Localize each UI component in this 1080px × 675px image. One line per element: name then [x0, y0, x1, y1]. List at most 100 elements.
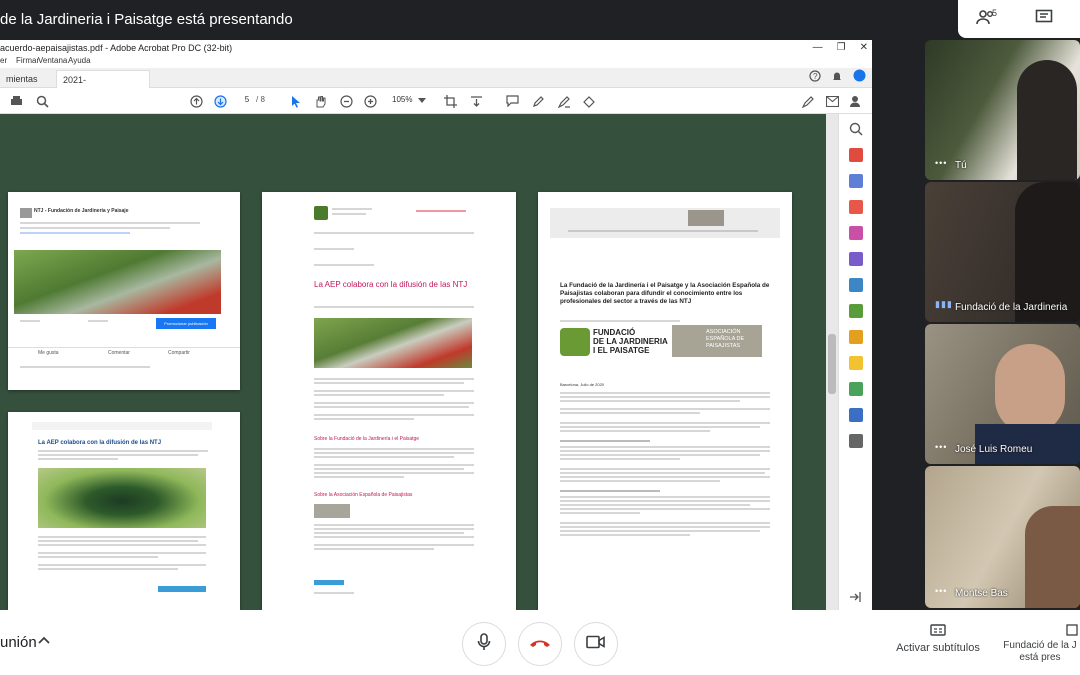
zoom-tool-icon[interactable]: [849, 122, 863, 136]
add-user-icon[interactable]: [848, 93, 864, 109]
people-button[interactable]: 5: [966, 0, 1006, 38]
meeting-details-label[interactable]: unión: [0, 634, 37, 651]
print-icon[interactable]: [8, 93, 24, 109]
tab-document[interactable]: 2021-seguimiento-... ×: [56, 70, 150, 103]
presenting-banner: de la Jardineria i Paisatge está present…: [0, 11, 293, 28]
window-title: acuerdo-aepaisajistas.pdf - Adobe Acroba…: [0, 43, 233, 53]
stamp-icon[interactable]: [580, 93, 596, 109]
pdf-date: Barcelona, Julio de 2020: [560, 382, 605, 387]
maximize-icon[interactable]: ❐: [837, 40, 846, 56]
scroll-mode-icon[interactable]: [468, 93, 484, 109]
comment-tool-icon[interactable]: [849, 356, 863, 370]
menu-item-ayuda[interactable]: Ayuda: [68, 56, 91, 65]
scan-icon[interactable]: [849, 382, 863, 396]
fill-sign-icon[interactable]: [800, 93, 816, 109]
menu-item-ventana[interactable]: Ventana: [38, 56, 67, 65]
collapse-pane-icon[interactable]: [849, 590, 863, 604]
comment-icon[interactable]: [504, 93, 520, 109]
presenter-label-line1: Fundació de la J: [1003, 640, 1077, 651]
zoom-in-icon[interactable]: [362, 93, 378, 109]
scrollbar-thumb[interactable]: [828, 334, 836, 394]
captions-button[interactable]: Activar subtítulos: [893, 624, 983, 654]
page-number-input[interactable]: 5: [240, 95, 254, 107]
web-section2: Sobre la Asociación Española de Paisajis…: [314, 492, 413, 498]
participant-name: José Luis Romeu: [955, 444, 1033, 455]
more-options-icon[interactable]: •••: [935, 158, 947, 168]
meet-top-bar: de la Jardineria i Paisatge está present…: [0, 0, 1080, 40]
svg-text:?: ?: [813, 72, 818, 81]
participant-silhouette: [1017, 60, 1077, 180]
captions-icon: [893, 624, 983, 642]
page-facebook-post: NTJ - Fundación de Jardinería y Paisaje …: [8, 192, 240, 390]
page-up-icon[interactable]: [188, 93, 204, 109]
menu-item-edit[interactable]: er: [0, 56, 7, 65]
mail-icon[interactable]: [824, 93, 840, 109]
zoom-dropdown-icon[interactable]: [414, 93, 430, 109]
fb-promote-button: Promocionar publicación: [156, 318, 216, 329]
participant-tile-you[interactable]: ••• Tú: [925, 40, 1080, 180]
acrobat-window: acuerdo-aepaisajistas.pdf - Adobe Acroba…: [0, 40, 872, 610]
chevron-up-icon[interactable]: [38, 633, 50, 654]
tab-tools[interactable]: mientas: [0, 70, 44, 88]
fjp-logo-text: FUNDACIÓ DE LA JARDINERIA I EL PAISATGE: [593, 328, 668, 355]
page-down-icon[interactable]: [212, 93, 228, 109]
hand-tool-icon[interactable]: [312, 93, 328, 109]
edit-pdf-icon[interactable]: [849, 200, 863, 214]
more-options-icon[interactable]: •••: [935, 442, 947, 452]
more-tools-icon[interactable]: [849, 434, 863, 448]
crop-icon[interactable]: [442, 93, 458, 109]
fb-share: Compartir: [168, 350, 190, 356]
combine-files-icon[interactable]: [849, 226, 863, 240]
create-pdf-icon[interactable]: [849, 148, 863, 162]
more-options-icon[interactable]: •••: [935, 586, 947, 596]
close-icon[interactable]: ✕: [860, 40, 868, 56]
bell-icon[interactable]: [831, 69, 843, 87]
highlight-pen-icon[interactable]: [530, 93, 546, 109]
news-green-roof-image: [38, 468, 206, 528]
participant-tile-fundacio[interactable]: ▮▮▮ Fundació de la Jardineria: [925, 182, 1080, 322]
fill-and-sign-icon[interactable]: [849, 252, 863, 266]
fb-page-name: NTJ - Fundación de Jardinería y Paisaje: [34, 208, 129, 214]
chat-button[interactable]: [1024, 0, 1064, 38]
aep-web-header: [550, 208, 780, 238]
camera-button[interactable]: [574, 622, 618, 666]
sign-icon[interactable]: [556, 93, 572, 109]
organize-pages-icon[interactable]: [849, 278, 863, 292]
web-garden-image: [314, 318, 472, 368]
zoom-level-select[interactable]: 105%: [392, 95, 412, 104]
page-pdf-agreement: La Fundació de la Jardinería i el Paisat…: [538, 192, 792, 610]
acrobat-tabs: mientas 2021-seguimiento-... × ?: [0, 68, 872, 103]
pdf-heading: La Fundació de la Jardinería i el Paisat…: [560, 282, 770, 305]
presenting-button[interactable]: Fundació de la J está pres: [1000, 624, 1080, 664]
export-pdf-icon[interactable]: [849, 174, 863, 188]
shield-icon[interactable]: [849, 408, 863, 422]
participant-name: Fundació de la Jardineria: [955, 302, 1068, 313]
participant-tile-montse[interactable]: ••• Montse Bas: [925, 466, 1080, 608]
protect-icon[interactable]: [849, 330, 863, 344]
participant-tile-jose-luis[interactable]: ••• José Luis Romeu: [925, 324, 1080, 464]
zoom-out-icon[interactable]: [338, 93, 354, 109]
redact-icon[interactable]: [849, 304, 863, 318]
menu-item-firmar[interactable]: Firmar: [16, 56, 39, 65]
fb-page-avatar: [20, 208, 32, 218]
microphone-button[interactable]: [462, 622, 506, 666]
minimize-icon[interactable]: —: [813, 40, 823, 56]
news-title: La AEP colabora con la difusión de las N…: [38, 440, 162, 446]
select-cursor-icon[interactable]: [288, 93, 304, 109]
presenter-label-line2: está pres: [1019, 652, 1061, 663]
screen: de la Jardineria i Paisatge está present…: [0, 0, 1080, 675]
account-icon[interactable]: [853, 69, 866, 87]
leave-call-button[interactable]: [518, 622, 562, 666]
meet-top-actions: 5: [958, 0, 1080, 38]
microphone-icon: [477, 632, 491, 656]
participant-face: [995, 344, 1065, 434]
tools-pane: [838, 114, 872, 610]
participant-silhouette: [1025, 506, 1080, 608]
zoom-search-icon[interactable]: [34, 93, 50, 109]
document-view[interactable]: NTJ - Fundación de Jardinería y Paisaje …: [0, 114, 838, 610]
page-newsletter: La AEP colabora con la difusión de las N…: [8, 412, 240, 610]
help-icon[interactable]: ?: [809, 69, 821, 87]
fjp-small-logo: [314, 206, 328, 220]
vertical-scrollbar[interactable]: [826, 114, 838, 610]
acrobat-titlebar: acuerdo-aepaisajistas.pdf - Adobe Acroba…: [0, 40, 872, 56]
